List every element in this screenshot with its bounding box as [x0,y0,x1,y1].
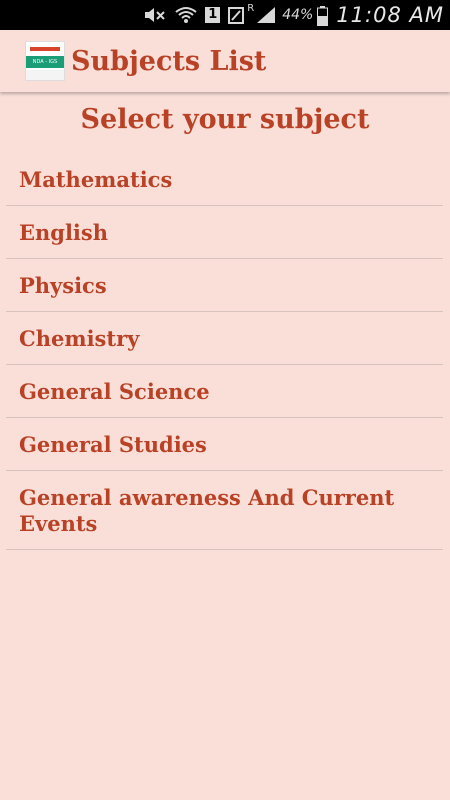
mute-icon [143,6,167,24]
subject-list: Mathematics English Physics Chemistry Ge… [6,153,443,550]
page-heading: Select your subject [80,104,370,135]
battery-percent: 44% [282,7,314,23]
signal-icon [256,6,276,24]
roaming-indicator: R [247,3,255,14]
wifi-icon [175,6,197,24]
sim-icon [228,6,246,24]
battery-icon [317,6,329,26]
status-bar: 1 R 44% 11:08 AM [0,0,450,30]
clock: 11:08 AM [336,3,444,27]
subject-item-mathematics[interactable]: Mathematics [6,153,443,206]
app-title: Subjects List [71,45,267,77]
subject-item-english[interactable]: English [6,206,443,259]
subject-item-physics[interactable]: Physics [6,259,443,312]
subject-item-general-science[interactable]: General Science [6,365,443,418]
subject-item-chemistry[interactable]: Chemistry [6,312,443,365]
subject-item-general-awareness[interactable]: General awareness And Current Events [6,471,443,550]
logo-band: NDA - IGS [26,56,64,68]
app-logo: NDA - IGS [25,41,65,81]
sim-slot-badge: 1 [205,7,221,23]
logo-stripe [30,47,60,51]
action-bar: NDA - IGS Subjects List [0,30,450,92]
logo-bottom [26,70,64,80]
subject-item-general-studies[interactable]: General Studies [6,418,443,471]
